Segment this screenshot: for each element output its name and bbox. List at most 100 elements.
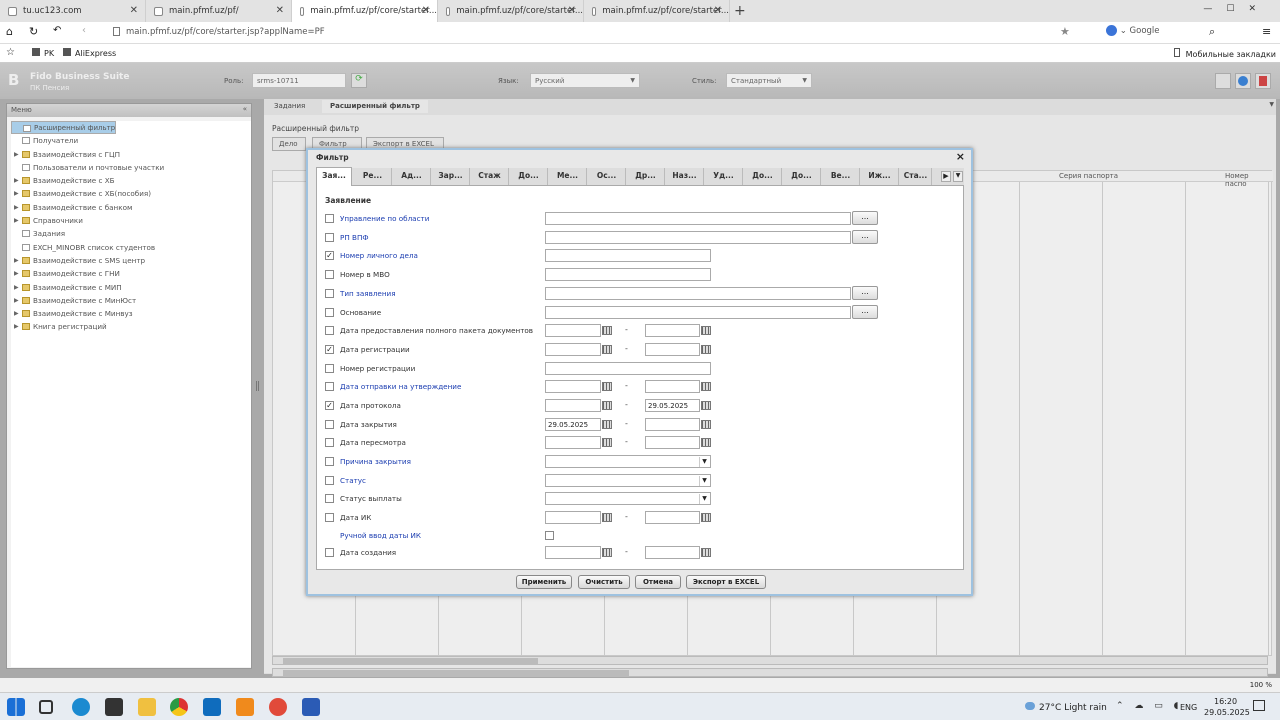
lookup-button[interactable]: ... [852, 286, 878, 300]
dialog-tab[interactable]: Наз... [666, 168, 704, 185]
url-field[interactable]: main.pfmf.uz/pf/core/starter.jsp?applNam… [126, 27, 325, 37]
lookup-input[interactable] [545, 231, 851, 244]
dropdown-select[interactable]: ▼ [545, 455, 711, 468]
close-icon[interactable]: × [956, 150, 965, 163]
tray-icons[interactable]: ⌃ ☁ ▭ ◖ [1116, 701, 1182, 711]
outlook-icon[interactable] [203, 698, 221, 716]
menu-item[interactable]: ▶ Взаимодействие с Минвуз [11, 307, 251, 320]
close-tab-icon[interactable]: ✕ [130, 5, 138, 16]
bookmark-aliexpress[interactable]: AliExpress [63, 48, 116, 58]
text-input[interactable] [545, 268, 711, 281]
content-tab[interactable]: Задания [266, 100, 313, 113]
style-select[interactable]: Стандартный ▼ [726, 73, 812, 88]
calendar-icon[interactable] [602, 420, 612, 429]
expand-arrow-icon[interactable]: ▶ [14, 281, 19, 294]
chrome-icon[interactable] [170, 698, 188, 716]
row-checkbox[interactable] [325, 214, 334, 223]
app-icon-orange[interactable] [236, 698, 254, 716]
date-from-input[interactable] [545, 399, 601, 412]
date-from-input[interactable]: 29.05.2025 [545, 418, 601, 431]
date-from-input[interactable] [545, 511, 601, 524]
date-to-input[interactable] [645, 324, 700, 337]
expand-arrow-icon[interactable]: ▶ [14, 187, 19, 200]
expand-arrow-icon[interactable]: ▶ [14, 320, 19, 333]
file-explorer-icon[interactable] [138, 698, 156, 716]
row-checkbox[interactable]: ✓ [325, 345, 334, 354]
mobile-bookmarks[interactable]: Мобильные закладки [1173, 48, 1276, 59]
word-icon[interactable] [302, 698, 320, 716]
calendar-icon[interactable] [602, 345, 612, 354]
content-tab[interactable]: Расширенный фильтр [322, 100, 428, 113]
date-from-input[interactable] [545, 436, 601, 449]
clock-time[interactable]: 16:20 [1214, 697, 1237, 706]
lookup-input[interactable] [545, 287, 851, 300]
dropdown-select[interactable]: ▼ [545, 474, 711, 487]
row-checkbox[interactable] [325, 476, 334, 485]
date-to-input[interactable] [645, 436, 700, 449]
dialog-tab[interactable]: Ре... [354, 168, 392, 185]
expand-arrow-icon[interactable]: ▶ [14, 214, 19, 227]
menu-item[interactable]: ▶ Взаимодействие с ГНИ [11, 267, 251, 280]
bookmark-pk[interactable]: PK [32, 48, 54, 58]
horizontal-scrollbar-2[interactable] [272, 668, 1268, 677]
row-checkbox[interactable] [325, 382, 334, 391]
date-to-input[interactable] [645, 343, 700, 356]
close-tab-icon[interactable]: ✕ [422, 5, 430, 16]
menu-item[interactable]: ▶ Взаимодействие с ХБ(пособия) [11, 187, 251, 200]
apply-button[interactable]: Применить [516, 575, 572, 589]
text-input[interactable] [545, 249, 711, 262]
date-to-input[interactable]: 29.05.2025 [645, 399, 700, 412]
menu-item[interactable]: EXCH_MINOBR список студентов [11, 241, 251, 254]
menu-item[interactable]: Пользователи и почтовые участки [11, 161, 251, 174]
calendar-icon[interactable] [602, 401, 612, 410]
weather-widget[interactable]: 27°C Light rain [1025, 702, 1107, 713]
browser-tab[interactable]: main.pfmf.uz/pf/core/starter... ✕ [584, 0, 730, 22]
calendar-icon[interactable] [701, 548, 711, 557]
browser-tab[interactable]: main.pfmf.uz/pf/ ✕ [146, 0, 292, 22]
close-window-icon[interactable]: ✕ [1248, 4, 1270, 14]
date-to-input[interactable] [645, 380, 700, 393]
menu-item[interactable]: ▶ Книга регистраций [11, 320, 251, 333]
date-from-input[interactable] [545, 324, 601, 337]
row-checkbox[interactable] [325, 494, 334, 503]
dialog-tab[interactable]: Ве... [822, 168, 860, 185]
row-checkbox[interactable] [325, 326, 334, 335]
menu-item[interactable]: Получатели [11, 134, 251, 147]
dialog-tab[interactable]: До... [783, 168, 821, 185]
row-checkbox[interactable] [325, 289, 334, 298]
camera-icon[interactable] [105, 698, 123, 716]
calendar-icon[interactable] [701, 401, 711, 410]
clock-date[interactable]: 29.05.2025 [1204, 708, 1250, 717]
dialog-tab[interactable]: Стаж [471, 168, 509, 185]
calendar-icon[interactable] [701, 345, 711, 354]
menu-item[interactable]: Расширенный фильтр [11, 121, 117, 134]
reload-icon[interactable]: ↻ [29, 25, 38, 38]
menu-item[interactable]: ▶ Справочники [11, 214, 251, 227]
app-icon-red[interactable] [269, 698, 287, 716]
calendar-icon[interactable] [701, 513, 711, 522]
horizontal-scrollbar[interactable] [272, 656, 1268, 665]
row-checkbox[interactable] [325, 308, 334, 317]
browser-tab[interactable]: main.pfmf.uz/pf/core/starter... ✕ [292, 0, 438, 22]
tab-scroll-right-icon[interactable]: ▶ [941, 171, 951, 182]
expand-arrow-icon[interactable]: ▶ [14, 148, 19, 161]
lookup-input[interactable] [545, 212, 851, 225]
calendar-icon[interactable] [701, 382, 711, 391]
browser-tab[interactable]: main.pfmf.uz/pf/core/starter... ✕ [438, 0, 584, 22]
collapse-icon[interactable]: « [243, 105, 247, 113]
dropdown-select[interactable]: ▼ [545, 492, 711, 505]
search-engine[interactable]: ⌄ Google [1106, 25, 1160, 36]
user-icon[interactable] [1215, 73, 1231, 89]
new-tab-button[interactable]: + [734, 3, 746, 19]
calendar-icon[interactable] [701, 326, 711, 335]
row-checkbox[interactable] [325, 548, 334, 557]
dialog-tab[interactable]: Зая... [316, 167, 352, 186]
lookup-input[interactable] [545, 306, 851, 319]
column-header-passport-series[interactable]: Серия паспорта [1059, 172, 1118, 180]
dialog-tab[interactable]: Ста... [900, 168, 932, 185]
expand-arrow-icon[interactable]: ▶ [14, 254, 19, 267]
calendar-icon[interactable] [602, 548, 612, 557]
calendar-icon[interactable] [602, 513, 612, 522]
row-checkbox[interactable] [325, 364, 334, 373]
menu-item[interactable]: ▶ Взаимодействие с МинЮст [11, 294, 251, 307]
